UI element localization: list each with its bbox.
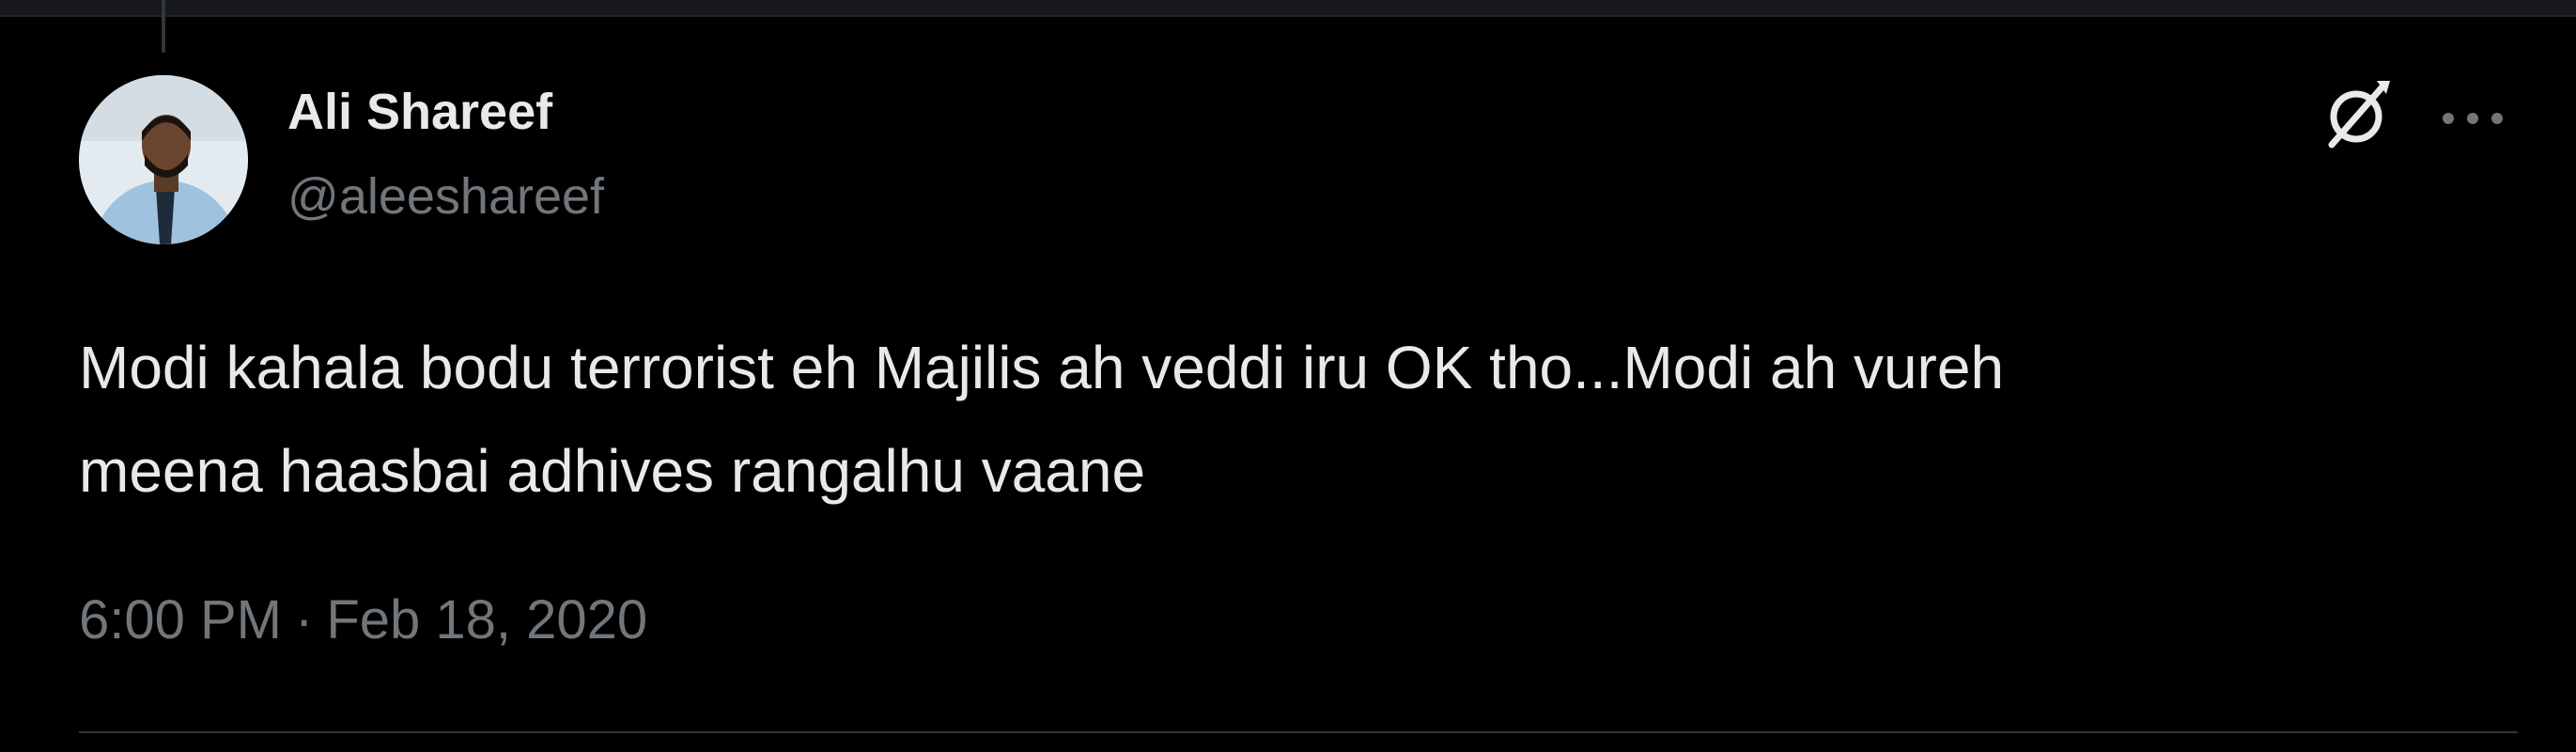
tweet-text-line: meena haasbai adhives rangalhu vaane: [79, 437, 1146, 505]
avatar-image: [79, 75, 248, 244]
grok-icon[interactable]: [2320, 77, 2396, 152]
avatar[interactable]: [79, 75, 248, 244]
author-display-name[interactable]: Ali Shareef: [287, 83, 552, 141]
thread-top-divider: [0, 0, 2576, 17]
tweet-text-line: Modi kahala bodu terrorist eh Majilis ah…: [79, 334, 2005, 401]
tweet: Ali Shareef @aleeshareef Modi kahala bod…: [0, 17, 2576, 752]
meta-separator: ·: [295, 589, 314, 650]
tweet-time[interactable]: 6:00 PM: [79, 589, 282, 650]
more-options-icon[interactable]: [2435, 90, 2510, 147]
tweet-text: Modi kahala bodu terrorist eh Majilis ah…: [79, 316, 2522, 523]
tweet-meta: 6:00 PM · Feb 18, 2020: [79, 588, 647, 651]
tweet-date[interactable]: Feb 18, 2020: [326, 589, 647, 650]
author-handle[interactable]: @aleeshareef: [287, 167, 604, 226]
tweet-bottom-divider: [79, 731, 2518, 733]
